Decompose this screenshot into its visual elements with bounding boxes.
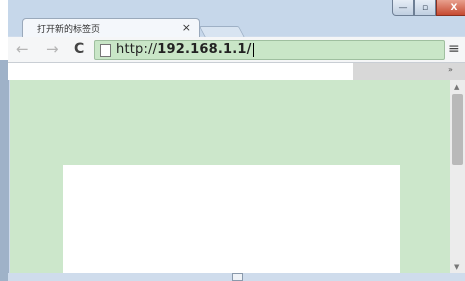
- scroll-down-icon[interactable]: ▼: [454, 263, 459, 271]
- scroll-up-icon[interactable]: ▲: [454, 83, 459, 91]
- window-left-edge: [0, 60, 9, 281]
- url-host: 192.168.1.1/: [157, 42, 252, 57]
- resize-grip[interactable]: [232, 273, 243, 281]
- chevron-double-right-icon[interactable]: »: [448, 65, 453, 74]
- page-content: [10, 80, 450, 273]
- text-caret: [252, 42, 254, 57]
- back-arrow-icon[interactable]: ←: [16, 40, 29, 58]
- window-controls: — ▫ X: [392, 0, 465, 17]
- maximize-button[interactable]: ▫: [414, 0, 436, 16]
- url-prefix: http://: [116, 42, 158, 57]
- tab-close-icon[interactable]: ×: [182, 21, 191, 34]
- menu-icon[interactable]: ≡: [448, 41, 460, 57]
- url-text[interactable]: http://192.168.1.1/: [116, 42, 254, 57]
- scrollbar-thumb[interactable]: [452, 94, 463, 165]
- browser-toolbar: ← → C http://192.168.1.1/ ≡: [8, 37, 465, 63]
- address-bar[interactable]: http://192.168.1.1/: [94, 40, 445, 60]
- page-icon: [100, 44, 111, 57]
- content-panel: [63, 165, 400, 273]
- vertical-scrollbar[interactable]: ▲ ▼: [450, 80, 465, 273]
- reload-icon[interactable]: C: [74, 41, 84, 57]
- minimize-button[interactable]: —: [392, 0, 414, 16]
- browser-tab[interactable]: 打开新的标签页 ×: [22, 18, 200, 39]
- forward-arrow-icon[interactable]: →: [46, 40, 59, 58]
- close-window-button[interactable]: X: [436, 0, 465, 16]
- tab-title: 打开新的标签页: [37, 25, 101, 35]
